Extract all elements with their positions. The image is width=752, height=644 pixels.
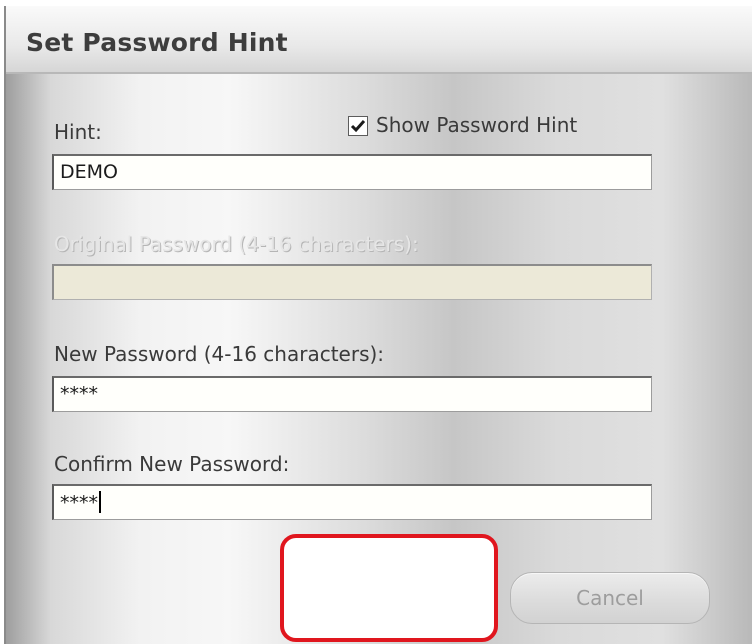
ok-button[interactable] [280, 534, 498, 642]
checkmark-icon [350, 120, 366, 133]
confirm-password-input[interactable]: **** [52, 484, 652, 520]
text-caret [99, 491, 101, 513]
show-password-hint-label: Show Password Hint [376, 113, 578, 137]
original-password-label: Original Password (4-16 characters): [54, 232, 419, 256]
new-password-input[interactable]: **** [52, 376, 652, 412]
checkbox-box[interactable] [348, 116, 368, 136]
confirm-password-value: **** [60, 492, 98, 514]
confirm-password-label: Confirm New Password: [54, 452, 290, 476]
set-password-hint-dialog: Set Password Hint Hint: Show Password Hi… [4, 6, 752, 644]
title-bar: Set Password Hint [6, 6, 752, 74]
new-password-label: New Password (4-16 characters): [54, 342, 385, 366]
hint-label: Hint: [54, 120, 102, 144]
hint-input[interactable]: DEMO [52, 154, 652, 190]
dialog-title: Set Password Hint [26, 28, 288, 57]
original-password-input [52, 264, 652, 300]
cancel-button[interactable]: Cancel [510, 572, 710, 624]
